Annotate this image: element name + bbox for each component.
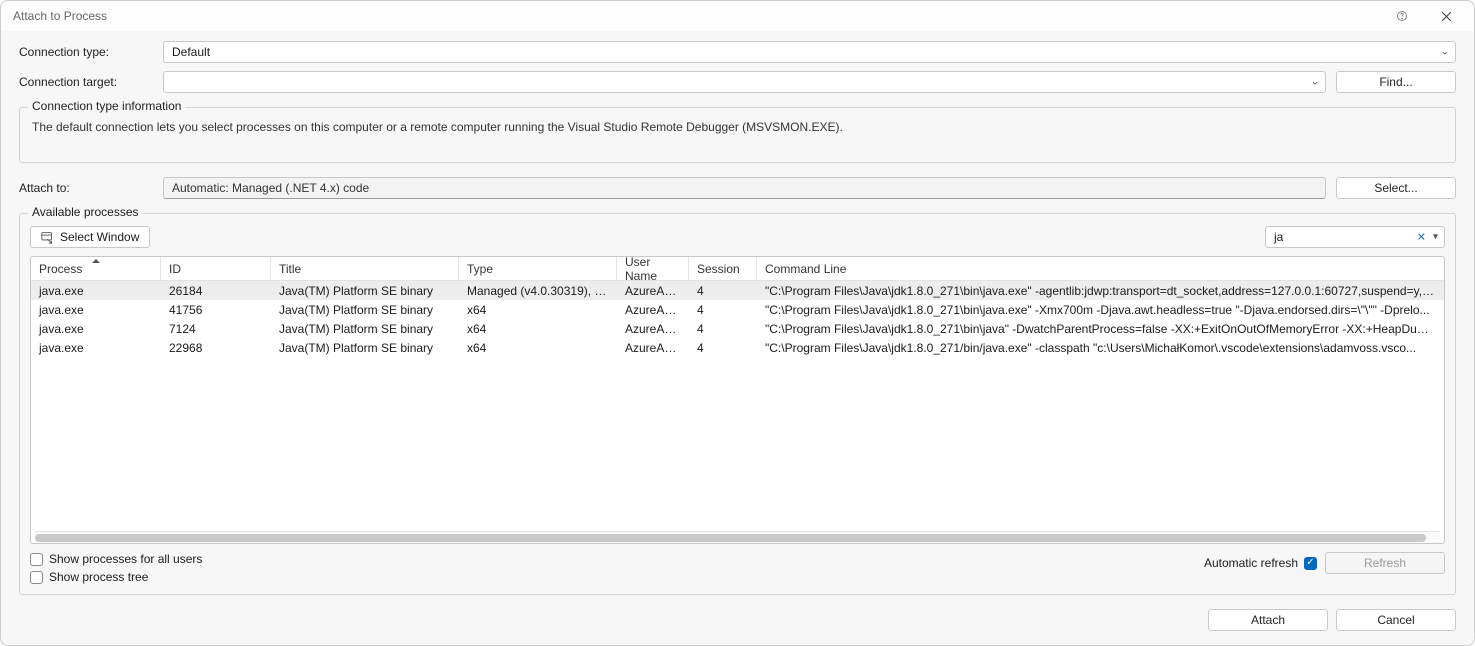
connection-type-row: Connection type: Default ⌄ [19, 41, 1456, 63]
col-process[interactable]: Process [31, 257, 161, 280]
help-icon [1396, 10, 1408, 22]
col-user[interactable]: User Name [617, 257, 689, 280]
connection-type-label: Connection type: [19, 45, 153, 59]
window-title: Attach to Process [13, 9, 1380, 23]
info-text: The default connection lets you select p… [32, 120, 1443, 134]
chevron-down-icon: ⌄ [1311, 77, 1319, 88]
dialog-actions: Attach Cancel [19, 603, 1456, 633]
clear-filter-icon[interactable]: ✕ [1417, 231, 1426, 244]
chevron-down-icon: ▾ [1433, 232, 1438, 243]
select-window-label: Select Window [60, 230, 139, 244]
filter-value: ja [1274, 230, 1283, 244]
cancel-button[interactable]: Cancel [1336, 609, 1456, 631]
close-icon [1441, 11, 1452, 22]
automatic-refresh-check[interactable]: Automatic refresh [1204, 556, 1317, 570]
processes-toolbar: Select Window ja ✕ ▾ [30, 226, 1445, 248]
connection-type-info: Connection type information The default … [19, 107, 1456, 163]
col-cmd[interactable]: Command Line [757, 257, 1444, 280]
process-filter-input[interactable]: ja ✕ ▾ [1265, 226, 1445, 248]
available-legend: Available processes [28, 205, 143, 219]
dialog-content: Connection type: Default ⌄ Connection ta… [1, 31, 1474, 645]
table-header: Process ID Title Type User Name Session … [31, 257, 1444, 281]
col-id[interactable]: ID [161, 257, 271, 280]
process-table: Process ID Title Type User Name Session … [30, 256, 1445, 544]
show-process-tree-check[interactable]: Show process tree [30, 570, 202, 584]
checkbox-icon [30, 571, 43, 584]
scrollbar-thumb[interactable] [35, 534, 1426, 542]
info-legend: Connection type information [28, 99, 185, 113]
attach-to-process-dialog: Attach to Process Connection type: Defau… [0, 0, 1475, 646]
col-type[interactable]: Type [459, 257, 617, 280]
refresh-group: Automatic refresh Refresh [1204, 552, 1445, 574]
horizontal-scrollbar[interactable] [35, 531, 1440, 543]
table-row[interactable]: java.exe 26184 Java(TM) Platform SE bina… [31, 281, 1444, 300]
attach-to-row: Attach to: Automatic: Managed (.NET 4.x)… [19, 177, 1456, 199]
left-checks: Show processes for all users Show proces… [30, 552, 202, 584]
attach-to-value: Automatic: Managed (.NET 4.x) code [172, 181, 369, 195]
find-button[interactable]: Find... [1336, 71, 1456, 93]
checkbox-icon [30, 553, 43, 566]
close-button[interactable] [1424, 1, 1468, 31]
connection-target-label: Connection target: [19, 75, 153, 89]
available-processes: Available processes Select Window ja ✕ ▾… [19, 213, 1456, 595]
checkbox-checked-icon [1304, 557, 1317, 570]
select-button[interactable]: Select... [1336, 177, 1456, 199]
attach-to-field[interactable]: Automatic: Managed (.NET 4.x) code [163, 177, 1326, 199]
col-title[interactable]: Title [271, 257, 459, 280]
attach-to-label: Attach to: [19, 181, 153, 195]
checks-row: Show processes for all users Show proces… [30, 552, 1445, 584]
select-window-button[interactable]: Select Window [30, 226, 150, 248]
chevron-down-icon: ⌄ [1441, 47, 1449, 58]
select-window-icon [41, 231, 54, 244]
connection-target-select[interactable]: ⌄ [163, 71, 1326, 93]
table-row[interactable]: java.exe 22968 Java(TM) Platform SE bina… [31, 338, 1444, 357]
table-row[interactable]: java.exe 41756 Java(TM) Platform SE bina… [31, 300, 1444, 319]
attach-button[interactable]: Attach [1208, 609, 1328, 631]
show-all-users-check[interactable]: Show processes for all users [30, 552, 202, 566]
table-row[interactable]: java.exe 7124 Java(TM) Platform SE binar… [31, 319, 1444, 338]
help-button[interactable] [1380, 1, 1424, 31]
connection-type-select[interactable]: Default ⌄ [163, 41, 1456, 63]
connection-type-value: Default [172, 45, 210, 59]
titlebar: Attach to Process [1, 1, 1474, 31]
connection-target-row: Connection target: ⌄ Find... [19, 71, 1456, 93]
table-body: java.exe 26184 Java(TM) Platform SE bina… [31, 281, 1444, 531]
refresh-button: Refresh [1325, 552, 1445, 574]
col-session[interactable]: Session [689, 257, 757, 280]
